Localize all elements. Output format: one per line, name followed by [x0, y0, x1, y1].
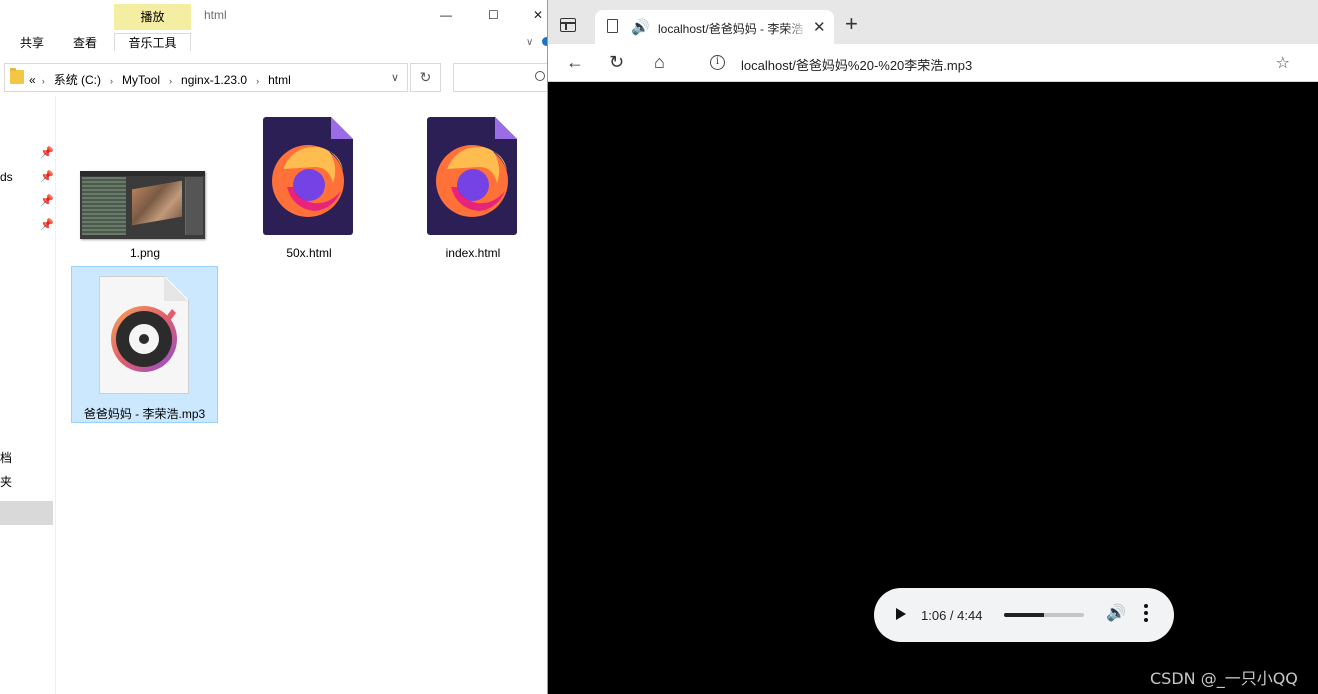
file-name: 爸爸妈妈 - 李荣浩.mp3 [83, 407, 206, 421]
ribbon-expand-chevron-icon[interactable]: ∨ [526, 37, 533, 48]
breadcrumb: « › 系统 (C:) › MyTool › nginx-1.23.0 › html [29, 71, 291, 88]
browser-toolbar: ← ↻ ⌂ i localhost/爸爸妈妈%20-%20李荣浩.mp3 ☆ [548, 44, 1318, 82]
file-name: 1.png [129, 246, 161, 260]
more-options-icon[interactable] [1144, 604, 1148, 622]
file-name: index.html [445, 246, 501, 260]
nav-item-selected[interactable] [0, 501, 53, 525]
volume-icon[interactable]: 🔊 [1106, 603, 1126, 623]
address-history-dropdown-icon[interactable]: ∨ [391, 71, 399, 84]
navigation-pane: 📌 ds 📌 📌 📌 档 夹 [0, 96, 56, 694]
address-bar[interactable]: « › 系统 (C:) › MyTool › nginx-1.23.0 › html ∨ [4, 63, 408, 92]
add-favorite-icon[interactable]: ☆ [1276, 53, 1290, 73]
search-icon [535, 71, 545, 81]
playback-time: 1:06 / 4:44 [921, 608, 983, 623]
pin-icon[interactable]: 📌 [40, 170, 54, 183]
browser-tab[interactable]: 🔊 localhost/爸爸妈妈 - 李荣浩 ✕ [595, 10, 834, 44]
folder-icon [10, 68, 24, 84]
pin-icon[interactable]: 📌 [40, 146, 54, 159]
info-icon[interactable]: i [710, 55, 725, 70]
firefox-file-icon [263, 117, 353, 235]
pin-icon[interactable]: 📌 [40, 218, 54, 231]
seek-slider[interactable] [1004, 613, 1084, 617]
address-input[interactable]: i localhost/爸爸妈妈%20-%20李荣浩.mp3 ☆ [692, 47, 1302, 79]
chevron-right-icon[interactable]: › [110, 76, 113, 86]
tab-title: localhost/爸爸妈妈 - 李荣浩 [658, 22, 804, 36]
browser-window: 🔊 localhost/爸爸妈妈 - 李荣浩 ✕ + ← ↻ ⌂ i local… [547, 0, 1318, 694]
play-icon[interactable] [896, 608, 906, 620]
reload-icon[interactable]: ↻ [609, 51, 624, 73]
chevron-right-icon[interactable]: › [42, 76, 45, 86]
ribbon-tab-music-tools[interactable]: 音乐工具 [114, 33, 191, 51]
nav-item-downloads[interactable]: ds [0, 170, 13, 184]
home-icon[interactable]: ⌂ [654, 51, 665, 73]
close-icon[interactable]: ✕ [533, 8, 543, 22]
page-icon [607, 19, 618, 33]
ribbon-context-group-play[interactable]: 播放 [114, 4, 191, 30]
url-text: localhost/爸爸妈妈%20-%20李荣浩.mp3 [741, 58, 973, 73]
image-thumbnail [80, 171, 205, 239]
audio-file-icon [99, 276, 189, 394]
chevron-right-icon[interactable]: › [169, 76, 172, 86]
seek-progress [1004, 613, 1044, 617]
close-tab-icon[interactable]: ✕ [813, 18, 826, 36]
ribbon-tab-share[interactable]: 共享 [20, 36, 44, 50]
pin-icon[interactable]: 📌 [40, 194, 54, 207]
window-title: html [204, 8, 227, 22]
firefox-file-icon [427, 117, 517, 235]
minimize-icon[interactable]: — [440, 8, 452, 22]
maximize-icon[interactable]: ☐ [488, 8, 499, 22]
chevron-right-icon[interactable]: › [256, 76, 259, 86]
ribbon-tab-view[interactable]: 查看 [73, 36, 97, 50]
tab-strip: 🔊 localhost/爸爸妈妈 - 李荣浩 ✕ + [548, 0, 1318, 44]
audio-player: 1:06 / 4:44 🔊 [874, 588, 1174, 642]
refresh-icon: ↻ [419, 69, 432, 85]
breadcrumb-mytool[interactable]: MyTool [122, 73, 160, 87]
new-tab-icon[interactable]: + [845, 13, 858, 35]
nav-item-documents[interactable]: 档 [0, 449, 12, 466]
breadcrumb-overflow[interactable]: « [29, 73, 36, 87]
breadcrumb-html[interactable]: html [268, 73, 291, 87]
nav-item-folder[interactable]: 夹 [0, 473, 12, 490]
file-explorer-window: 播放 html — ☐ ✕ 共享 查看 音乐工具 ∨ « › 系统 (C:) › MyT… [0, 0, 551, 694]
breadcrumb-nginx[interactable]: nginx-1.23.0 [181, 73, 247, 87]
watermark: CSDN @_一只小QQ [1150, 669, 1298, 688]
refresh-button[interactable]: ↻ [410, 63, 441, 92]
search-input[interactable] [453, 63, 548, 92]
tab-actions-icon[interactable] [560, 18, 576, 32]
speaker-icon[interactable]: 🔊 [631, 18, 650, 36]
breadcrumb-drive[interactable]: 系统 (C:) [54, 71, 101, 88]
back-icon[interactable]: ← [566, 51, 584, 73]
file-name: 50x.html [286, 246, 332, 260]
